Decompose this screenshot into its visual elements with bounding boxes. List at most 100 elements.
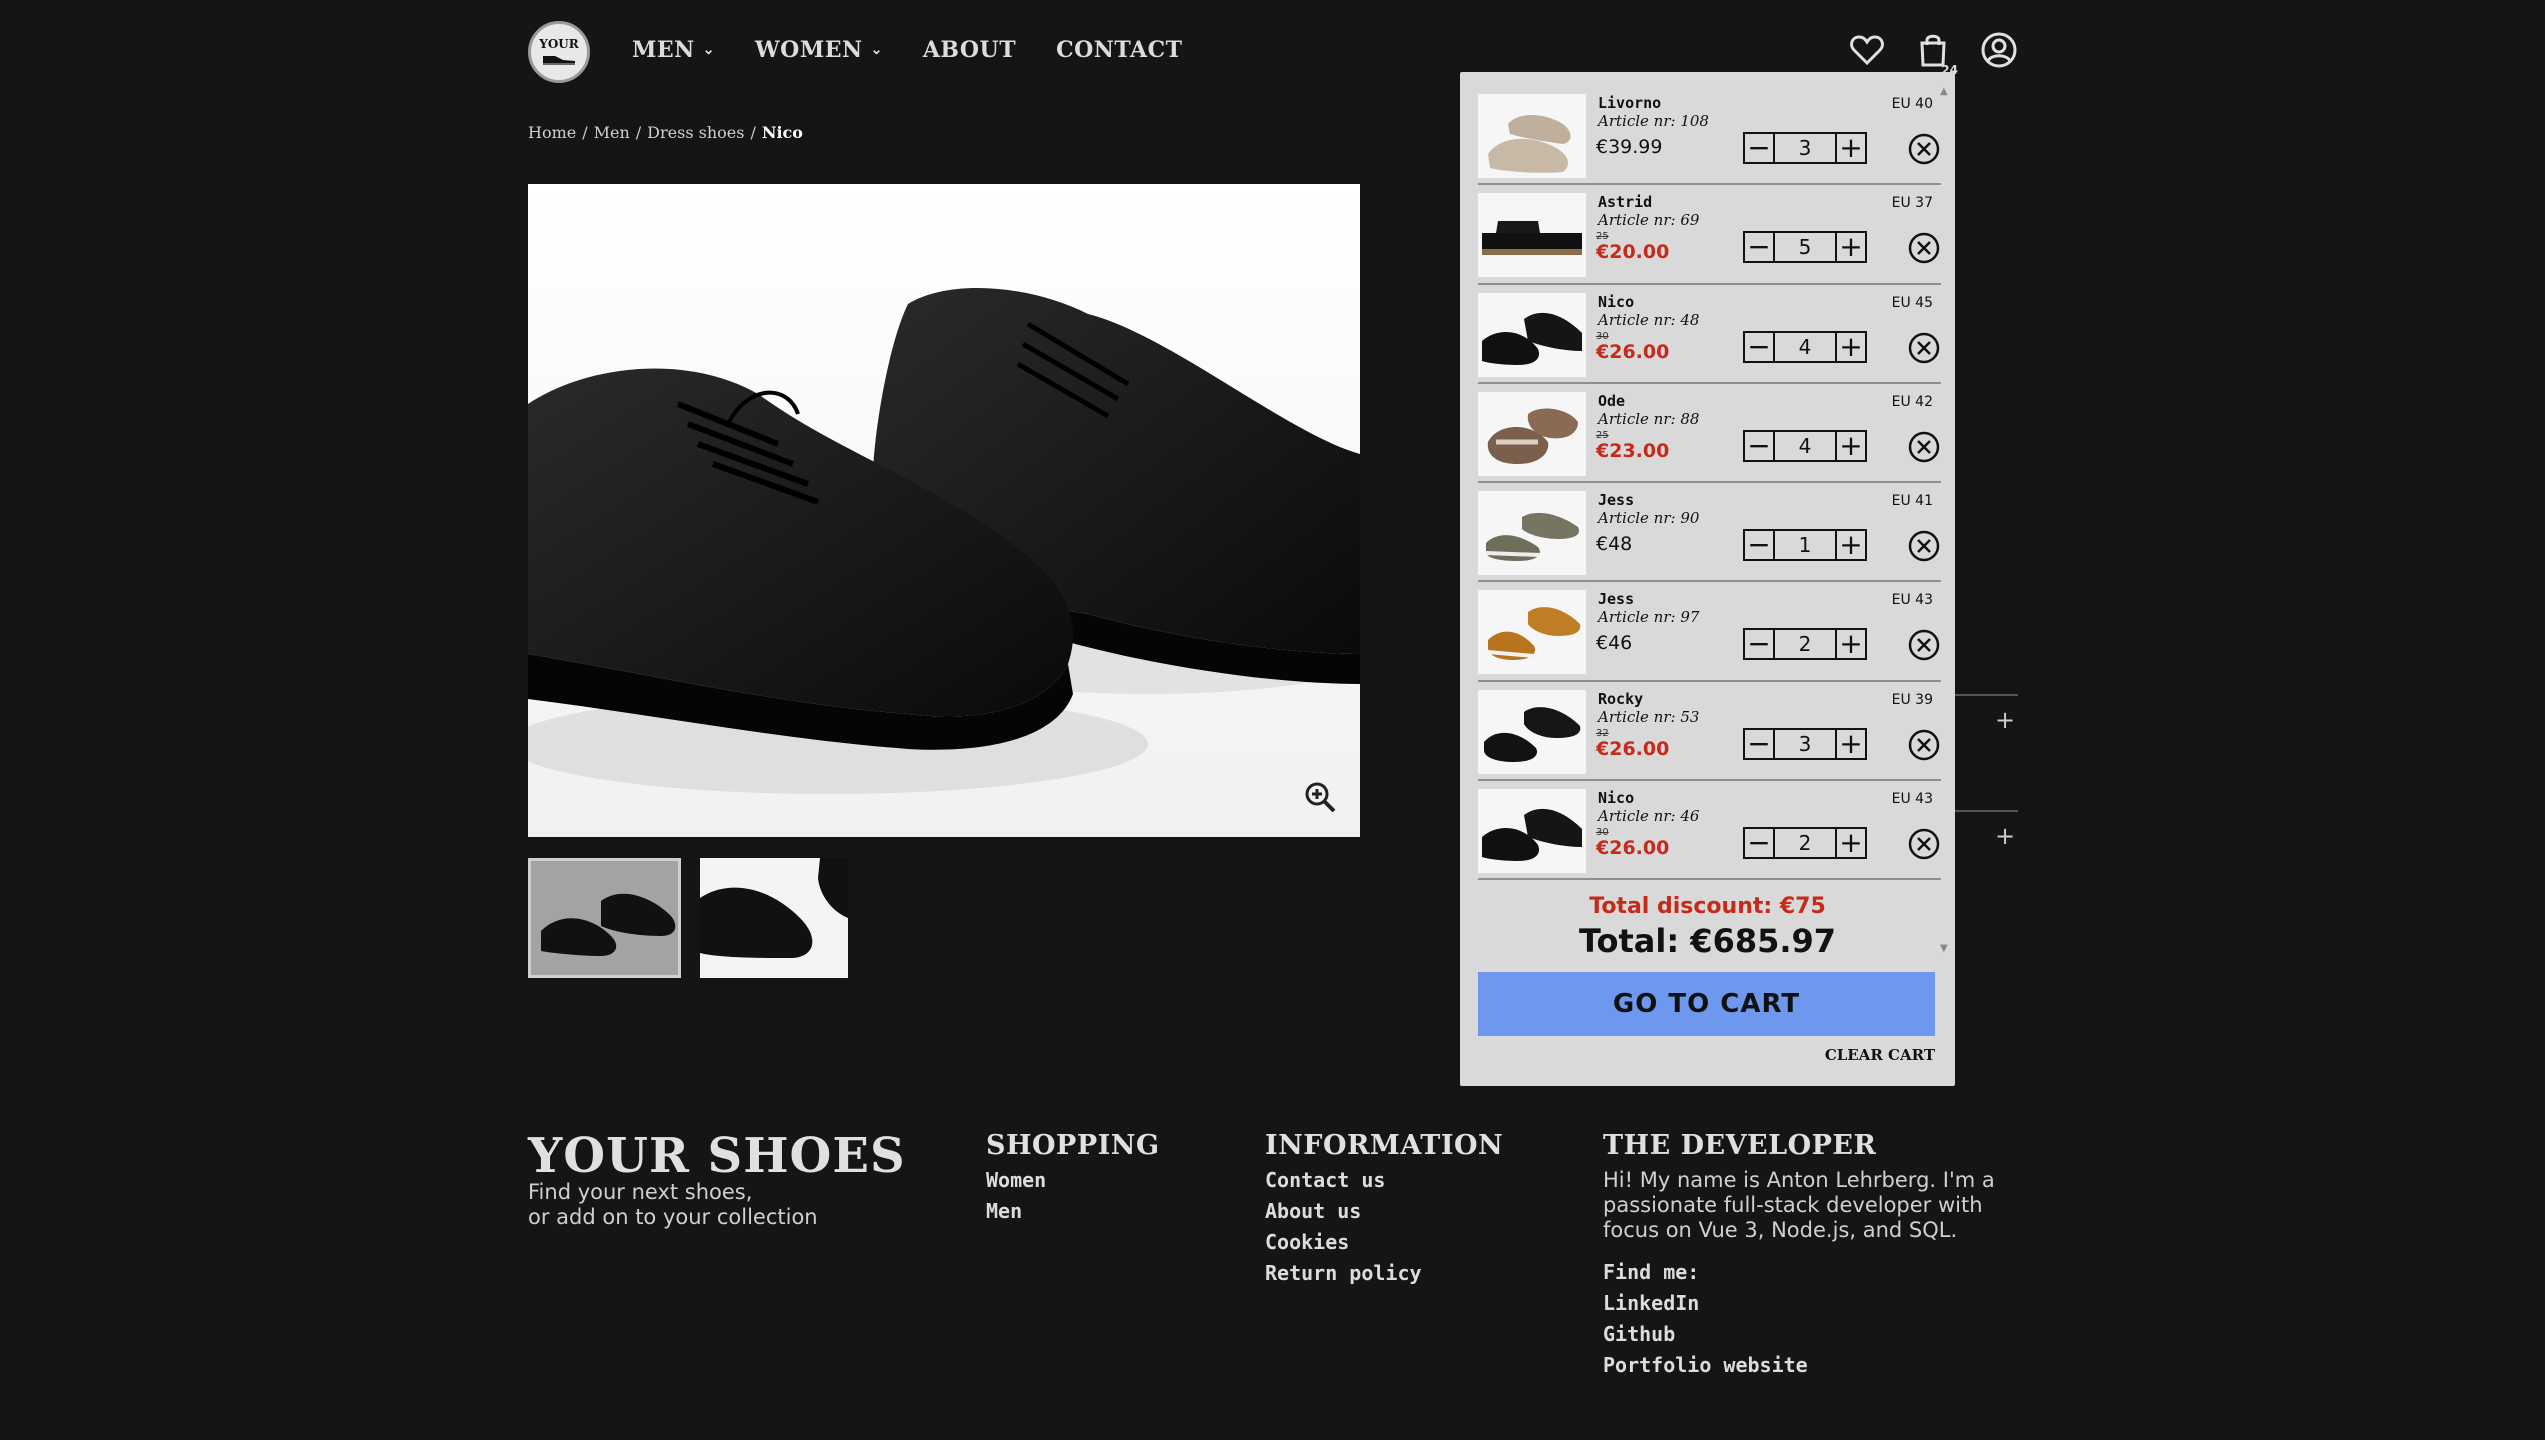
footer-link-portfolio[interactable]: Portfolio website (1603, 1353, 1808, 1377)
decrease-quantity-button[interactable]: − (1743, 628, 1775, 661)
cart-item: Rocky Article nr: 53 EU 39 32 €26.00−3 + (1478, 682, 1941, 782)
quantity-value[interactable]: 1 (1775, 529, 1835, 562)
clear-cart-button[interactable]: CLEAR CART (1825, 1046, 1935, 1064)
footer-link-contact-us[interactable]: Contact us (1265, 1168, 1385, 1192)
footer-link-cookies[interactable]: Cookies (1265, 1230, 1349, 1254)
cart-item-size: EU 43 (1891, 791, 1933, 808)
cart-item-price: €26.00 (1596, 737, 1670, 760)
quantity-value[interactable]: 3 (1775, 132, 1835, 164)
quantity-value[interactable]: 4 (1775, 330, 1835, 363)
nav-about[interactable]: ABOUT (923, 37, 1016, 63)
decrease-quantity-button[interactable]: − (1743, 727, 1775, 760)
quantity-value[interactable]: 2 (1775, 827, 1835, 860)
cart-item-image[interactable] (1478, 94, 1586, 178)
cart-item-image[interactable] (1478, 491, 1586, 576)
quantity-value[interactable]: 4 (1775, 429, 1835, 462)
footer-link-return-policy[interactable]: Return policy (1265, 1261, 1422, 1285)
breadcrumb-men[interactable]: Men (594, 123, 630, 142)
increase-quantity-button[interactable]: + (1835, 727, 1867, 760)
cart-item-name[interactable]: Livorno (1598, 94, 1661, 112)
zoom-in-icon[interactable] (1302, 779, 1338, 815)
go-to-cart-button[interactable]: GO TO CART (1478, 972, 1935, 1036)
footer-link-about-us[interactable]: About us (1265, 1199, 1361, 1223)
cart-item-size: EU 39 (1891, 691, 1933, 708)
remove-item-icon[interactable] (1907, 728, 1941, 762)
heart-icon[interactable] (1848, 31, 1886, 69)
shoe-image (1478, 391, 1586, 476)
cart-item-image[interactable] (1478, 391, 1586, 476)
cart-item: Nico Article nr: 46 EU 43 30 €26.00−2 + (1478, 781, 1941, 881)
decrease-quantity-button[interactable]: − (1743, 827, 1775, 860)
increase-quantity-button[interactable]: + (1835, 628, 1867, 661)
cart-item: Livorno Article nr: 108 EU 40 €39.99 −3 + (1478, 86, 1941, 186)
thumbnail-2[interactable] (700, 858, 848, 978)
quantity-value[interactable]: 5 (1775, 231, 1835, 264)
thumbnail-1[interactable] (528, 858, 681, 978)
remove-item-icon[interactable] (1907, 430, 1941, 464)
remove-item-icon[interactable] (1907, 529, 1941, 563)
cart-item-name[interactable]: Jess (1598, 590, 1634, 608)
breadcrumb-current: Nico (761, 123, 803, 142)
nav-women[interactable]: WOMEN ⌄ (755, 37, 883, 63)
remove-item-icon[interactable] (1907, 827, 1941, 861)
decrease-quantity-button[interactable]: − (1743, 529, 1775, 562)
shoe-thumbnail-image (531, 861, 678, 975)
quantity-stepper: −4 + (1743, 330, 1867, 363)
cart-item-name[interactable]: Nico (1598, 293, 1634, 311)
chevron-down-icon: ⌄ (870, 42, 883, 58)
footer-find-me-label: Find me: (1603, 1260, 1700, 1284)
quantity-value[interactable]: 2 (1775, 628, 1835, 661)
decrease-quantity-button[interactable]: − (1743, 132, 1775, 164)
increase-quantity-button[interactable]: + (1835, 132, 1867, 164)
increase-quantity-button[interactable]: + (1835, 330, 1867, 363)
decrease-quantity-button[interactable]: − (1743, 429, 1775, 462)
remove-item-icon[interactable] (1907, 231, 1941, 265)
breadcrumb-dress-shoes[interactable]: Dress shoes (647, 123, 744, 142)
cart-item-name[interactable]: Rocky (1598, 690, 1643, 708)
nav-men[interactable]: MEN ⌄ (632, 37, 715, 63)
cart-scrollbar[interactable]: ▲ ▼ (1940, 86, 1949, 954)
cart-item-image[interactable] (1478, 789, 1586, 874)
cart-item-image[interactable] (1478, 193, 1586, 278)
increase-quantity-button[interactable]: + (1835, 529, 1867, 562)
scroll-up-icon[interactable]: ▲ (1940, 86, 1948, 97)
decrease-quantity-button[interactable]: − (1743, 330, 1775, 363)
increase-quantity-button[interactable]: + (1835, 429, 1867, 462)
footer-link-linkedin[interactable]: LinkedIn (1603, 1291, 1699, 1315)
product-main-image[interactable] (528, 184, 1360, 837)
cart-item-size: EU 42 (1891, 393, 1933, 410)
quantity-value[interactable]: 3 (1775, 727, 1835, 760)
cart-item-name[interactable]: Ode (1598, 392, 1625, 410)
plus-icon[interactable]: + (1995, 706, 2015, 734)
cart-item-image[interactable] (1478, 590, 1586, 675)
cart-button[interactable]: 24 (1914, 31, 1958, 77)
remove-item-icon[interactable] (1907, 132, 1941, 166)
remove-item-icon[interactable] (1907, 628, 1941, 662)
user-account-icon[interactable] (1980, 31, 2018, 69)
cart-item-price: €26.00 (1596, 340, 1670, 363)
decrease-quantity-button[interactable]: − (1743, 231, 1775, 264)
quantity-stepper: −1 + (1743, 529, 1867, 562)
cart-item-list[interactable]: Livorno Article nr: 108 EU 40 €39.99−3 + Astr… (1478, 86, 1941, 954)
footer-link-women[interactable]: Women (986, 1168, 1046, 1192)
plus-icon[interactable]: + (1995, 822, 2015, 850)
logo[interactable]: YOUR (528, 21, 590, 83)
footer-link-men[interactable]: Men (986, 1199, 1022, 1223)
nav-contact[interactable]: CONTACT (1056, 37, 1182, 63)
cart-item-name[interactable]: Nico (1598, 789, 1634, 807)
cart-item-image[interactable] (1478, 292, 1586, 377)
shoe-thumbnail-image (700, 858, 848, 978)
footer-tagline-line-1: Find your next shoes, (528, 1180, 753, 1204)
footer-link-github[interactable]: Github (1603, 1322, 1675, 1346)
increase-quantity-button[interactable]: + (1835, 827, 1867, 860)
remove-item-icon[interactable] (1907, 331, 1941, 365)
cart-item-name[interactable]: Astrid (1598, 193, 1652, 211)
cart-total: Total: €685.97 (1578, 922, 1837, 960)
cart-item-article: Article nr: 88 (1598, 409, 1700, 428)
increase-quantity-button[interactable]: + (1835, 231, 1867, 264)
cart-item-article: Article nr: 69 (1598, 211, 1700, 230)
cart-item-name[interactable]: Jess (1598, 491, 1634, 509)
cart-item-article: Article nr: 48 (1598, 310, 1700, 329)
breadcrumb-home[interactable]: Home (528, 123, 576, 142)
cart-item-image[interactable] (1478, 689, 1586, 774)
